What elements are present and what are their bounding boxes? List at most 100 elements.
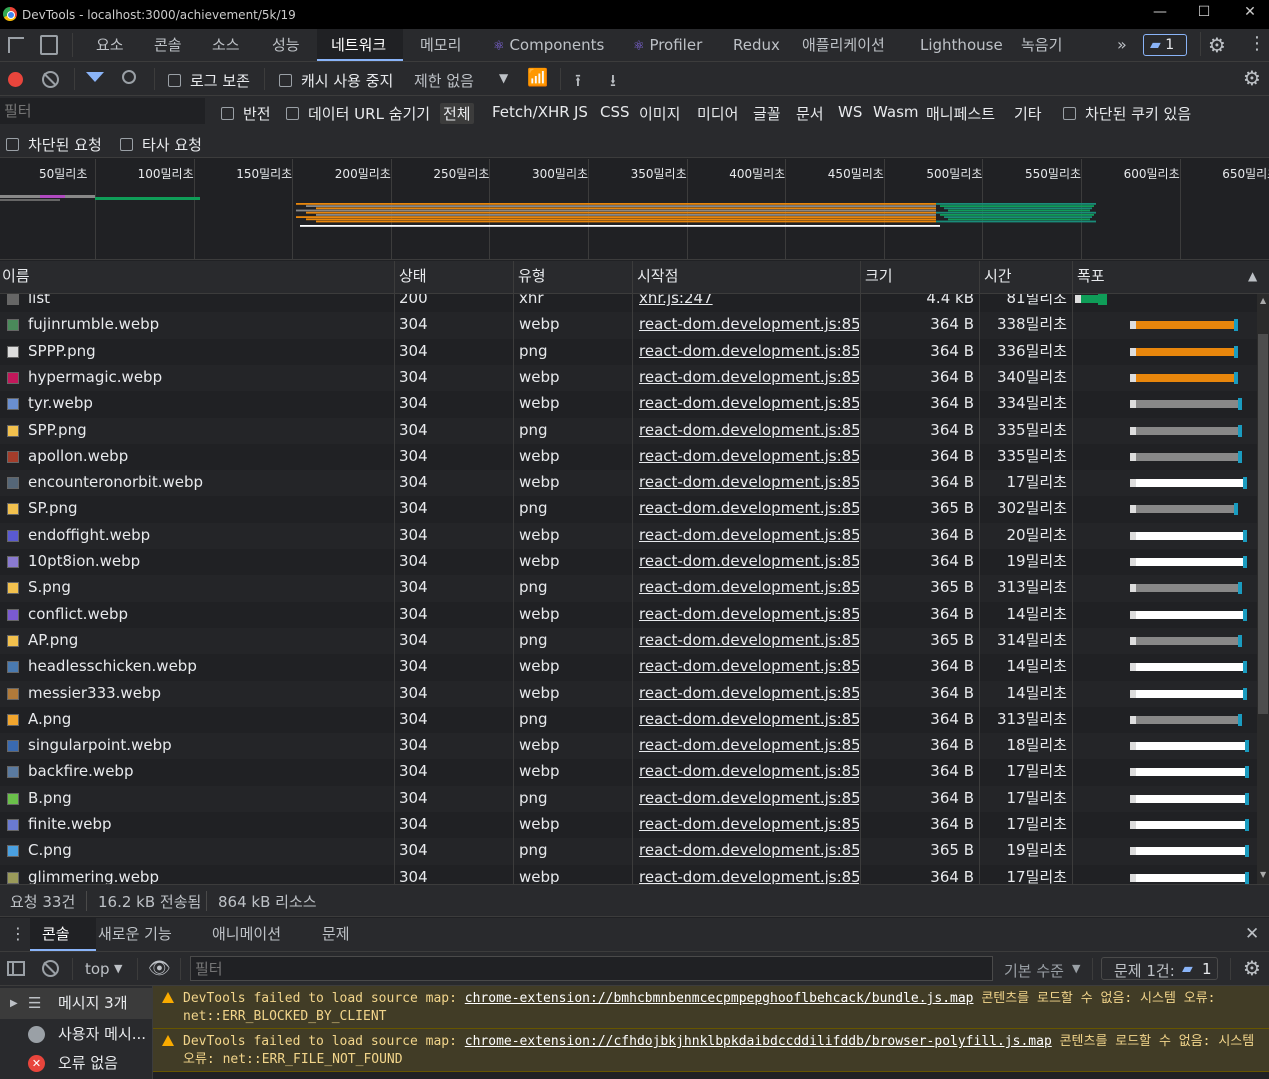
table-row[interactable]: hypermagic.webp 304 webp react-dom.developm… (0, 364, 1257, 392)
table-row[interactable]: list 200 xhr xhr.js:247 4.4 kB 81밀리초 (0, 294, 1257, 312)
cell-initiator[interactable]: react-dom.development.js:855 (639, 654, 859, 680)
cell-initiator[interactable]: react-dom.development.js:855 (639, 339, 859, 365)
table-row[interactable]: AP.png 304 png react-dom.development.js:855… (0, 627, 1257, 655)
cell-initiator[interactable]: react-dom.development.js:855 (639, 838, 859, 864)
context-chevron-down-icon[interactable]: ▼ (114, 962, 122, 975)
more-options-icon[interactable]: ⋮ (1248, 33, 1266, 54)
type-filter-6[interactable]: 글꼴 (753, 103, 781, 124)
scrollbar-thumb[interactable] (1258, 334, 1268, 714)
cell-initiator[interactable]: react-dom.development.js:855 (639, 365, 859, 391)
minimize-icon[interactable]: — (1150, 4, 1170, 24)
tab-8[interactable]: Redux (733, 29, 780, 61)
source-map-link[interactable]: chrome-extension://bmhcbmnbenmcecpmpepgh… (465, 991, 974, 1006)
table-row[interactable]: conflict.webp 304 webp react-dom.developmen… (0, 602, 1257, 628)
type-filter-8[interactable]: WS (838, 103, 862, 121)
invert-checkbox[interactable] (221, 105, 234, 121)
cell-initiator[interactable]: xhr.js:247 (639, 294, 859, 312)
issues-badge-button[interactable]: ▰ 1 (1143, 34, 1187, 56)
table-row[interactable]: tyr.webp 304 webp react-dom.development.js:… (0, 391, 1257, 417)
table-row[interactable]: C.png 304 png react-dom.development.js:855 3… (0, 838, 1257, 865)
drawer-tab-3[interactable]: 문제 (310, 918, 368, 951)
disable-cache-checkbox[interactable] (279, 72, 292, 88)
network-conditions-icon[interactable]: 📶 (527, 68, 548, 88)
tab-10[interactable]: Lighthouse (920, 29, 1003, 61)
blocked-requests-checkbox[interactable] (6, 136, 19, 152)
live-expression-eye-icon[interactable]: 👁 (148, 958, 171, 979)
throttling-select[interactable]: 제한 없음 (414, 70, 474, 91)
cell-initiator[interactable]: react-dom.development.js:855 (639, 444, 859, 470)
device-toolbar-icon[interactable] (40, 35, 58, 55)
tab-6[interactable]: ⚛ Components (493, 29, 604, 61)
search-icon[interactable] (122, 70, 136, 84)
type-filter-4[interactable]: 이미지 (639, 103, 680, 124)
cell-initiator[interactable]: react-dom.development.js:855 (639, 812, 859, 838)
cell-initiator[interactable]: react-dom.development.js:855 (639, 865, 859, 884)
sidebar-item-messages[interactable]: ▶ ☰ 메시지 3개 (0, 988, 153, 1019)
cell-initiator[interactable]: react-dom.development.js:855 (639, 391, 859, 417)
col-size[interactable]: 크기 (861, 261, 980, 294)
table-row[interactable]: SPP.png 304 png react-dom.development.js:85… (0, 417, 1257, 444)
inspect-element-icon[interactable] (8, 37, 24, 53)
cell-initiator[interactable]: react-dom.development.js:855 (639, 418, 859, 444)
type-filter-2[interactable]: JS (574, 103, 588, 121)
source-map-link[interactable]: chrome-extension://cfhdojbkjhnklbpkdaibd… (465, 1034, 1052, 1049)
table-row[interactable]: glimmering.webp 304 webp react-dom.developm… (0, 865, 1257, 884)
cell-initiator[interactable]: react-dom.development.js:855 (639, 759, 859, 785)
col-type[interactable]: 유형 (514, 261, 633, 294)
tab-9[interactable]: 애플리케이션 (802, 29, 885, 61)
tab-4[interactable]: 네트워크 (317, 29, 403, 61)
type-filter-11[interactable]: 기타 (1014, 103, 1042, 124)
record-icon[interactable] (8, 72, 23, 87)
console-settings-icon[interactable]: ⚙ (1243, 956, 1261, 980)
tab-5[interactable]: 메모리 (420, 29, 461, 61)
scroll-up-icon[interactable]: ▲ (1260, 296, 1266, 305)
sidebar-toggle-icon[interactable] (7, 961, 25, 976)
table-row[interactable]: S.png 304 png react-dom.development.js:855 3… (0, 575, 1257, 602)
cell-initiator[interactable]: react-dom.development.js:855 (639, 575, 859, 601)
close-window-icon[interactable]: ✕ (1240, 4, 1260, 24)
col-name[interactable]: 이름 (0, 261, 395, 294)
log-levels-select[interactable]: 기본 수준 (1004, 960, 1064, 981)
type-filter-9[interactable]: Wasm (873, 103, 919, 121)
table-row[interactable]: messier333.webp 304 webp react-dom.developm… (0, 680, 1257, 707)
table-row[interactable]: 10pt8ion.webp 304 webp react-dom.developmen… (0, 549, 1257, 575)
table-row[interactable]: endoffight.webp 304 webp react-dom.developm… (0, 522, 1257, 549)
col-time[interactable]: 시간 (980, 261, 1073, 294)
clear-icon[interactable] (42, 71, 59, 88)
levels-chevron-down-icon[interactable]: ▼ (1072, 962, 1080, 975)
cell-initiator[interactable]: react-dom.development.js:855 (639, 470, 859, 496)
tab-1[interactable]: 콘솔 (154, 29, 182, 61)
drawer-tab-2[interactable]: 애니메이션 (200, 918, 308, 951)
type-filter-0[interactable]: 전체 (440, 103, 474, 124)
chevron-down-icon[interactable]: ▼ (499, 71, 508, 85)
blocked-cookies-checkbox[interactable] (1063, 105, 1076, 121)
table-row[interactable]: A.png 304 png react-dom.development.js:855 3… (0, 707, 1257, 733)
cell-initiator[interactable]: react-dom.development.js:855 (639, 681, 859, 707)
tab-2[interactable]: 소스 (212, 29, 240, 61)
filter-input[interactable] (0, 98, 205, 124)
table-row[interactable]: B.png 304 png react-dom.development.js:855 3… (0, 785, 1257, 812)
type-filter-7[interactable]: 문서 (796, 103, 824, 124)
cell-initiator[interactable]: react-dom.development.js:855 (639, 312, 859, 338)
cell-initiator[interactable]: react-dom.development.js:855 (639, 786, 859, 812)
table-row[interactable]: finite.webp 304 webp react-dom.development.… (0, 812, 1257, 838)
scroll-down-icon[interactable]: ▼ (1260, 870, 1266, 879)
col-waterfall[interactable]: 폭포 (1073, 261, 1269, 294)
table-row[interactable]: SP.png 304 png react-dom.development.js:855… (0, 496, 1257, 522)
context-select[interactable]: top (85, 960, 110, 978)
cell-initiator[interactable]: react-dom.development.js:855 (639, 628, 859, 654)
table-row[interactable]: fujinrumble.webp 304 webp react-dom.develop… (0, 312, 1257, 339)
cell-initiator[interactable]: react-dom.development.js:855 (639, 549, 859, 575)
sort-ascending-icon[interactable]: ▲ (1248, 269, 1257, 283)
table-row[interactable]: backfire.webp 304 webp react-dom.developmen… (0, 759, 1257, 785)
table-scrollbar[interactable]: ▲ ▼ (1257, 294, 1269, 884)
type-filter-1[interactable]: Fetch/XHR (492, 103, 570, 121)
tab-3[interactable]: 성능 (272, 29, 300, 61)
export-har-icon[interactable]: ⭳ (610, 68, 616, 97)
console-filter-input[interactable] (190, 956, 993, 981)
tab-7[interactable]: ⚛ Profiler (633, 29, 702, 61)
drawer-menu-icon[interactable]: ⋮ (10, 924, 26, 943)
tab-0[interactable]: 요소 (96, 29, 124, 61)
settings-gear-icon[interactable]: ⚙ (1208, 33, 1226, 57)
cell-initiator[interactable]: react-dom.development.js:855 (639, 602, 859, 628)
